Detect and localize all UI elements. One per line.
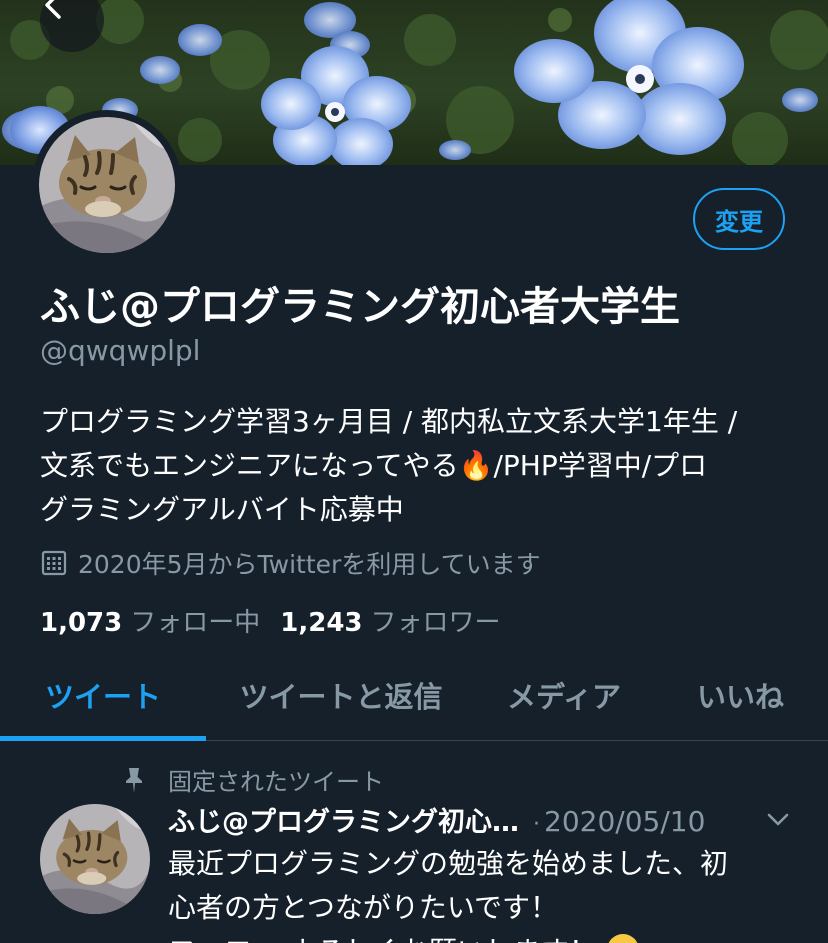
tweet-author-name[interactable]: ふじ@プログラミング初心… xyxy=(168,800,519,839)
profile-display-name: ふじ@プログラミング初心者大学生 xyxy=(40,284,680,330)
follow-stats: 1,073 フォロー中 1,243 フォロワー xyxy=(40,602,501,639)
chevron-down-icon xyxy=(767,813,789,826)
profile-avatar[interactable] xyxy=(32,110,182,260)
bio-line-2-text: 文系でもエンジニアになってやる xyxy=(40,449,459,482)
fire-emoji: 🔥 xyxy=(458,449,494,482)
tab-tweets-and-replies[interactable]: ツイートと返信 xyxy=(206,650,476,740)
tweet-date[interactable]: 2020/05/10 xyxy=(544,805,705,838)
tweet-text-line-3-text: フォロー よろしくお願いします！ xyxy=(168,935,597,943)
tweet-more-button[interactable] xyxy=(764,808,792,830)
calendar-icon xyxy=(40,549,68,577)
pinned-tweet-label: 固定されたツイート xyxy=(122,762,384,797)
chevron-left-icon xyxy=(45,0,61,19)
tab-media[interactable]: メディア xyxy=(476,650,652,740)
tweet-header: ふじ@プログラミング初心… · 2020/05/10 xyxy=(168,800,798,839)
tweet-text-line-3: フォロー よろしくお願いします！ xyxy=(168,930,798,943)
following-label: フォロー中 xyxy=(130,608,261,638)
pin-icon xyxy=(122,766,148,794)
following-link[interactable]: 1,073 フォロー中 xyxy=(40,602,260,639)
profile-tabs: ツイート ツイートと返信 メディア いいね xyxy=(0,650,828,741)
profile-handle: @qwqwplpl xyxy=(40,334,201,367)
tweet-separator: · xyxy=(533,812,540,837)
pinned-label-text: 固定されたツイート xyxy=(168,768,384,796)
joined-date: 2020年5月からTwitterを利用しています xyxy=(40,545,541,581)
edit-profile-button[interactable]: 変更 xyxy=(693,188,785,250)
grinning-face-emoji xyxy=(608,934,638,943)
active-tab-indicator xyxy=(0,736,206,741)
tweet-text-line-1: 最近プログラミングの勉強を始めました、初 xyxy=(168,847,729,880)
bio-line-2-rest: /PHP学習中/プロ xyxy=(493,449,708,482)
followers-link[interactable]: 1,243 フォロワー xyxy=(280,602,500,639)
followers-count: 1,243 xyxy=(280,608,363,638)
followers-label: フォロワー xyxy=(370,608,501,638)
tab-tweets[interactable]: ツイート xyxy=(0,650,206,740)
cat-avatar-image xyxy=(39,117,175,253)
following-count: 1,073 xyxy=(40,608,123,638)
profile-page: 変更 ふじ@プログラミング初心者大学生 @qwqwplpl プログラミング学習3… xyxy=(0,0,828,943)
tab-likes[interactable]: いいね xyxy=(652,650,828,740)
bio-line-2: 文系でもエンジニアになってやる🔥/PHP学習中/プロ xyxy=(40,444,800,488)
bio-line-3: グラミングアルバイト応募中 xyxy=(40,493,404,526)
joined-text: 2020年5月からTwitterを利用しています xyxy=(78,550,541,579)
tweet-author-avatar[interactable] xyxy=(40,804,150,914)
tweet-text-line-2: 心者の方とつながりたいです！ xyxy=(168,891,559,924)
tweet-text: 最近プログラミングの勉強を始めました、初 心者の方とつながりたいです！ フォロー… xyxy=(168,842,798,943)
cat-avatar-image xyxy=(40,804,150,914)
bio-line-1: プログラミング学習3ヶ月目 / 都内私立文系大学1年生 / xyxy=(40,405,738,438)
profile-bio: プログラミング学習3ヶ月目 / 都内私立文系大学1年生 / 文系でもエンジニアに… xyxy=(40,400,800,532)
